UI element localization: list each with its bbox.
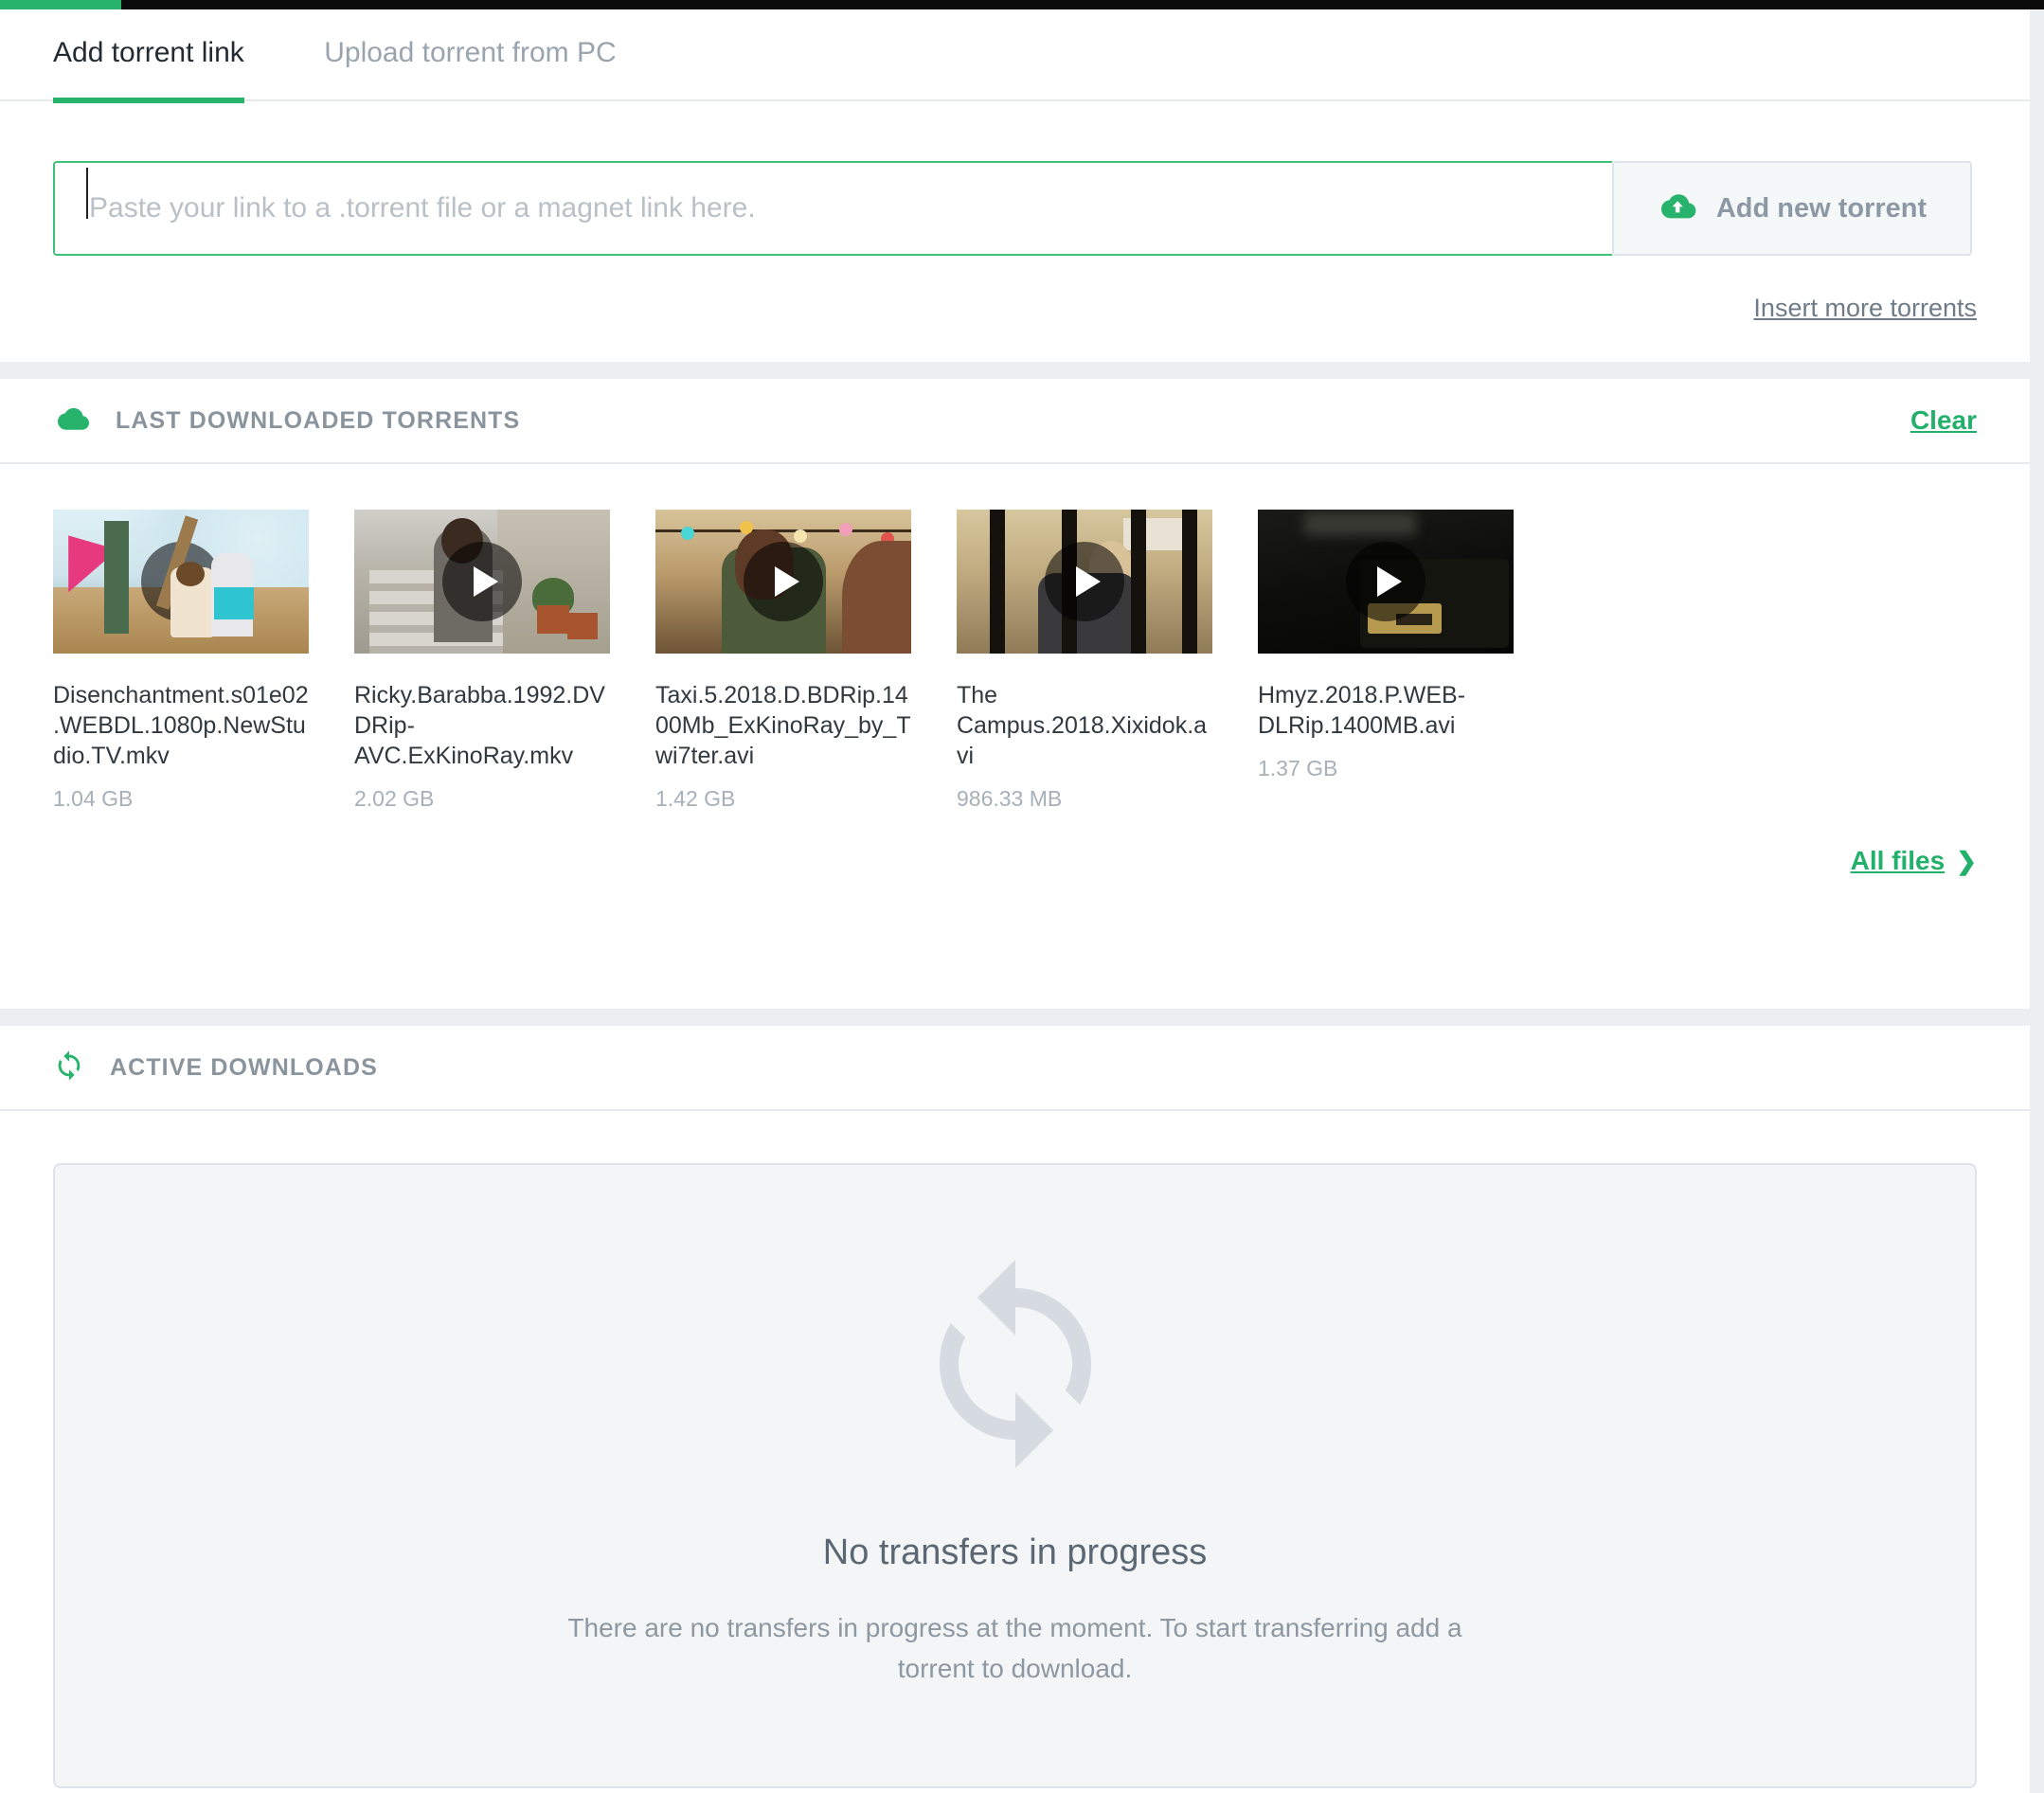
- torrent-card[interactable]: Taxi.5.2018.D.BDRip.1400Mb_ExKinoRay_by_…: [655, 510, 911, 812]
- all-files-link[interactable]: All files ❯: [1851, 846, 1977, 876]
- torrent-name: Ricky.Barabba.1992.DVDRip-AVC.ExKinoRay.…: [354, 682, 605, 769]
- tab-add-torrent-link[interactable]: Add torrent link: [53, 9, 244, 103]
- play-icon[interactable]: [1045, 542, 1124, 621]
- chevron-right-icon: ❯: [1956, 847, 1977, 875]
- torrent-size: 1.37 GB: [1258, 756, 1338, 780]
- last-downloaded-header: LAST DOWNLOADED TORRENTS Clear: [0, 379, 2030, 464]
- add-torrent-row: Add new torrent: [53, 161, 1977, 256]
- torrent-size: 1.42 GB: [655, 786, 736, 811]
- cloud-icon: [53, 405, 91, 437]
- tab-upload-torrent-from-pc[interactable]: Upload torrent from PC: [324, 9, 616, 101]
- sync-large-icon: [902, 1250, 1129, 1478]
- torrent-card[interactable]: Ricky.Barabba.1992.DVDRip-AVC.ExKinoRay.…: [354, 510, 610, 812]
- app-page: Add torrent link Upload torrent from PC …: [0, 0, 2044, 1793]
- torrent-size: 1.04 GB: [53, 786, 134, 811]
- play-icon[interactable]: [744, 542, 823, 621]
- torrent-name: Hmyz.2018.P.WEB-DLRip.1400MB.avi: [1258, 682, 1466, 739]
- section-title: ACTIVE DOWNLOADS: [110, 1053, 378, 1081]
- text-cursor: [86, 168, 88, 219]
- torrent-link-input[interactable]: [53, 161, 1612, 256]
- torrent-name: Disenchantment.s01e02.WEBDL.1080p.NewStu…: [53, 682, 309, 769]
- torrent-name: The Campus.2018.Xixidok.avi: [957, 682, 1208, 769]
- play-icon[interactable]: [1346, 542, 1425, 621]
- add-torrent-card: Add torrent link Upload torrent from PC …: [0, 9, 2030, 362]
- add-new-torrent-label: Add new torrent: [1715, 192, 1927, 224]
- torrent-thumbnail-grid: Disenchantment.s01e02.WEBDL.1080p.NewStu…: [0, 464, 2030, 812]
- play-icon[interactable]: [442, 542, 522, 621]
- clear-link[interactable]: Clear: [1910, 405, 1977, 436]
- insert-more-torrents-link[interactable]: Insert more torrents: [1753, 294, 1977, 322]
- torrent-thumbnail[interactable]: [354, 510, 610, 654]
- thumbnail-image: [53, 510, 309, 654]
- empty-transfers-panel: No transfers in progress There are no tr…: [53, 1163, 1977, 1788]
- add-new-torrent-button[interactable]: Add new torrent: [1612, 161, 1972, 256]
- torrent-thumbnail[interactable]: [957, 510, 1212, 654]
- torrent-size: 986.33 MB: [957, 786, 1063, 811]
- last-downloaded-torrents-card: LAST DOWNLOADED TORRENTS Clear Disenchan…: [0, 379, 2030, 1009]
- active-downloads-header: ACTIVE DOWNLOADS: [0, 1026, 2030, 1111]
- torrent-card[interactable]: Hmyz.2018.P.WEB-DLRip.1400MB.avi 1.37 GB: [1258, 510, 1514, 812]
- cloud-upload-icon: [1658, 191, 1697, 226]
- all-files-row: All files ❯: [0, 812, 2030, 876]
- all-files-label: All files: [1850, 846, 1945, 875]
- top-bar-accent: [0, 0, 121, 9]
- torrent-name: Taxi.5.2018.D.BDRip.1400Mb_ExKinoRay_by_…: [655, 682, 911, 769]
- torrent-size: 2.02 GB: [354, 786, 435, 811]
- torrent-card[interactable]: The Campus.2018.Xixidok.avi 986.33 MB: [957, 510, 1212, 812]
- torrent-thumbnail[interactable]: [1258, 510, 1514, 654]
- tab-bar: Add torrent link Upload torrent from PC: [0, 9, 2030, 103]
- tab-label: Upload torrent from PC: [324, 37, 617, 68]
- sync-icon: [53, 1049, 85, 1086]
- torrent-thumbnail[interactable]: [53, 510, 309, 654]
- insert-more-row: Insert more torrents: [0, 294, 2030, 323]
- tab-label: Add torrent link: [53, 37, 244, 68]
- active-downloads-card: ACTIVE DOWNLOADS No transfers in progres…: [0, 1026, 2030, 1793]
- torrent-thumbnail[interactable]: [655, 510, 911, 654]
- torrent-card[interactable]: Disenchantment.s01e02.WEBDL.1080p.NewStu…: [53, 510, 309, 812]
- browser-top-bar: [0, 0, 2044, 9]
- empty-state-title: No transfers in progress: [822, 1533, 1208, 1572]
- section-title: LAST DOWNLOADED TORRENTS: [116, 406, 521, 434]
- empty-state-description: There are no transfers in progress at th…: [567, 1613, 1462, 1684]
